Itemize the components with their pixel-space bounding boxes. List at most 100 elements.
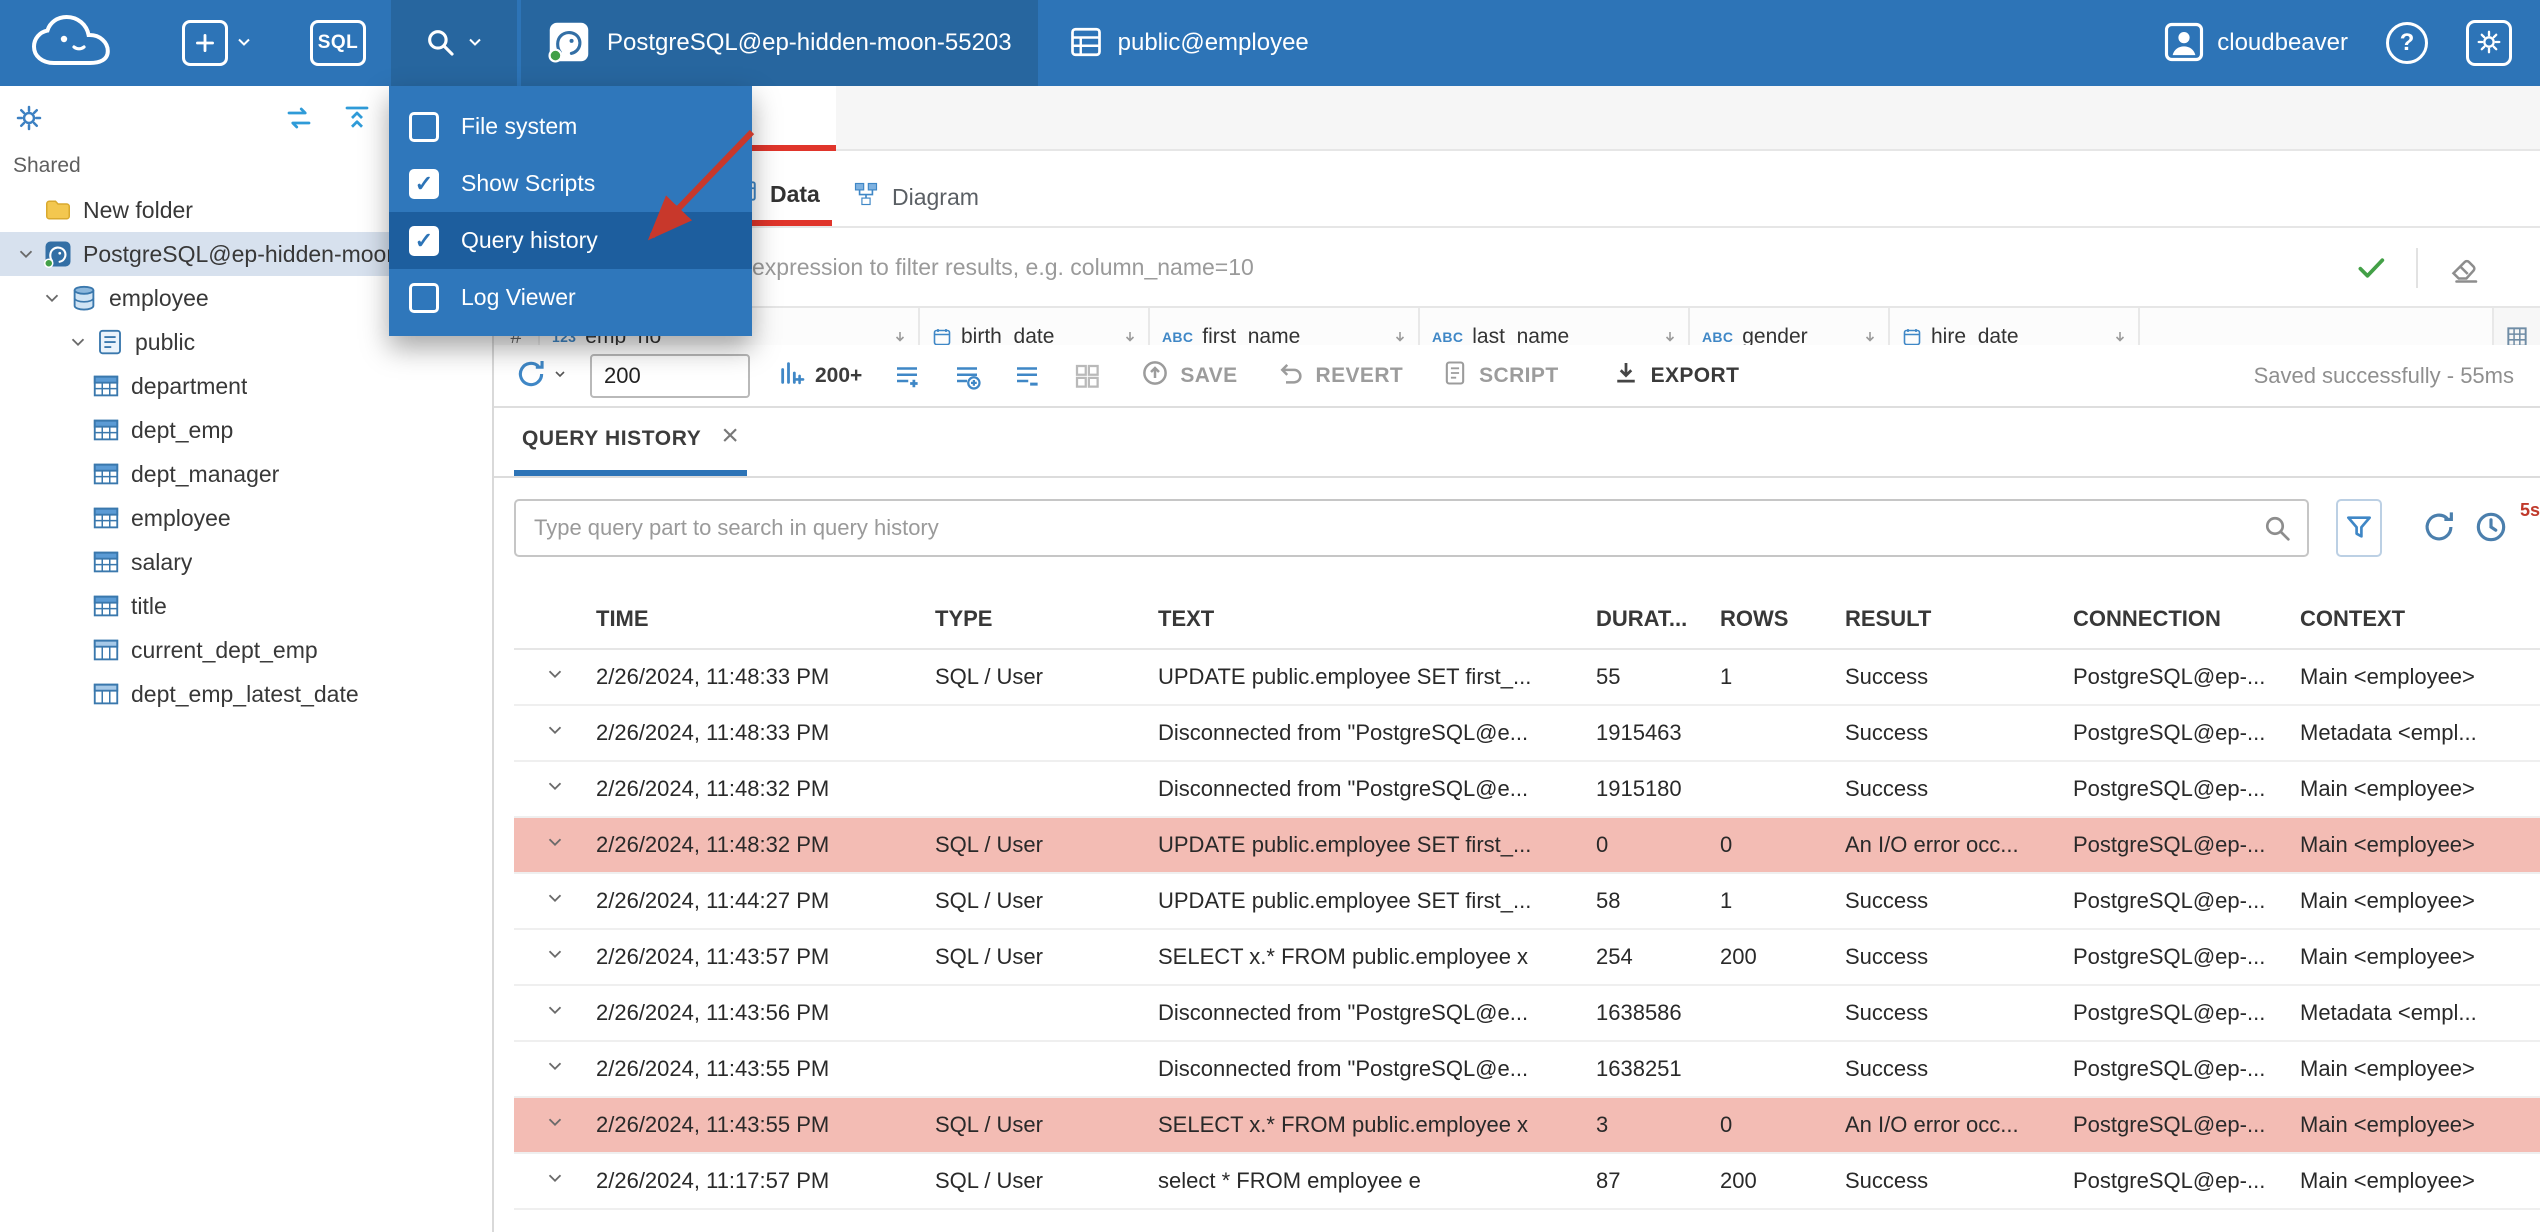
tree-item-dept-emp-latest-date[interactable]: dept_emp_latest_date <box>0 672 492 716</box>
chevron-down-icon[interactable] <box>544 887 566 915</box>
qh-column-time[interactable]: TIME <box>596 606 935 632</box>
fetch-size-input[interactable] <box>590 353 750 398</box>
sort-icon[interactable] <box>882 329 908 345</box>
query-history-row[interactable]: 2/26/2024, 11:48:33 PM SQL / User UPDATE p… <box>514 650 2540 706</box>
query-history-row[interactable]: 2/26/2024, 11:48:32 PM SQL / User UPDATE p… <box>514 818 2540 874</box>
connection-selector[interactable]: PostgreSQL@ep-hidden-moon-55203 <box>521 0 1038 86</box>
sort-icon[interactable] <box>2102 329 2128 345</box>
tree-item-dept-manager[interactable]: dept_manager <box>0 452 492 496</box>
export-button[interactable]: EXPORT <box>1611 358 1740 394</box>
chevron-down-icon[interactable] <box>544 719 566 747</box>
revert-button[interactable]: REVERT <box>1276 358 1404 394</box>
collapse-all-icon[interactable] <box>342 103 372 136</box>
clear-filter-icon[interactable] <box>2446 250 2482 291</box>
query-history-row[interactable]: 2/26/2024, 11:43:56 PM Disconnected from … <box>514 986 2540 1042</box>
tab-diagram[interactable]: Diagram <box>852 168 979 226</box>
close-icon[interactable]: × <box>721 419 739 453</box>
chevron-down-icon[interactable] <box>544 1167 566 1195</box>
chevron-down-icon[interactable] <box>544 999 566 1027</box>
sort-icon[interactable] <box>1112 329 1138 345</box>
sort-icon[interactable] <box>1852 329 1878 345</box>
chevron-down-icon[interactable] <box>544 1055 566 1083</box>
checkbox-icon[interactable]: ✓ <box>409 225 439 256</box>
chevron-down-icon[interactable] <box>544 775 566 803</box>
grouping-button[interactable] <box>1072 361 1102 391</box>
main-content: Data Diagram # 123emp_nobirth_dateABCfir… <box>494 86 2540 1232</box>
query-history-row[interactable]: 2/26/2024, 11:17:57 PM SQL / User select *… <box>514 1154 2540 1210</box>
filter-button[interactable] <box>2336 499 2382 557</box>
qh-column-context[interactable]: CONTEXT <box>2300 606 2540 632</box>
qh-refresh-button[interactable] <box>2420 508 2458 549</box>
tools-panel-button[interactable] <box>391 0 517 86</box>
script-button[interactable]: SCRIPT <box>1441 359 1558 393</box>
menu-item-log-viewer[interactable]: Log Viewer <box>389 269 752 326</box>
qh-column-connection[interactable]: CONNECTION <box>2073 606 2300 632</box>
search-icon[interactable] <box>2261 512 2293 549</box>
column-header-first-name[interactable]: ABC first_name <box>1150 308 1420 345</box>
cell-time: 2/26/2024, 11:48:32 PM <box>596 832 830 857</box>
auto-refresh-button[interactable]: 5s <box>2472 500 2540 549</box>
sidebar-settings-button[interactable] <box>14 103 44 136</box>
sync-connection-icon[interactable] <box>284 103 314 136</box>
tree-item-current-dept-emp[interactable]: current_dept_emp <box>0 628 492 672</box>
chevron-down-icon[interactable] <box>544 663 566 691</box>
schema-icon <box>1068 24 1104 63</box>
query-history-row[interactable]: 2/26/2024, 11:48:33 PM Disconnected from … <box>514 706 2540 762</box>
chevron-down-icon[interactable] <box>544 1111 566 1139</box>
tree-item-dept-emp[interactable]: dept_emp <box>0 408 492 452</box>
menu-item-show-scripts[interactable]: ✓ Show Scripts <box>389 155 752 212</box>
expand-cell <box>514 663 596 691</box>
tree-item-employee[interactable]: employee <box>0 496 492 540</box>
sql-editor-button[interactable]: SQL <box>310 0 366 86</box>
grid-menu-icon[interactable] <box>2492 308 2540 345</box>
user-menu-button[interactable]: cloudbeaver <box>2163 21 2348 66</box>
cloudbeaver-logo[interactable] <box>26 0 138 86</box>
menu-item-query-history[interactable]: ✓ Query history <box>389 212 752 269</box>
query-history-row[interactable]: 2/26/2024, 11:43:55 PM Disconnected from … <box>514 1042 2540 1098</box>
column-header-hire-date[interactable]: hire_date <box>1890 308 2140 345</box>
menu-item-file-system[interactable]: File system <box>389 98 752 155</box>
chevron-down-icon[interactable] <box>544 943 566 971</box>
new-object-button[interactable] <box>182 0 254 86</box>
fetch-page-button[interactable]: 200+ <box>778 359 862 393</box>
query-history-row[interactable]: 2/26/2024, 11:48:32 PM Disconnected from … <box>514 762 2540 818</box>
column-header-last-name[interactable]: ABC last_name <box>1420 308 1690 345</box>
cell-result: Success <box>1845 944 1929 969</box>
tab-query-history[interactable]: QUERY HISTORY × <box>514 408 748 476</box>
schema-selector[interactable]: public@employee <box>1068 0 1309 86</box>
sort-icon[interactable] <box>1652 329 1678 345</box>
query-history-row[interactable]: 2/26/2024, 11:43:57 PM SQL / User SELECT x… <box>514 930 2540 986</box>
column-header-birth-date[interactable]: birth_date <box>920 308 1150 345</box>
qh-search-input[interactable] <box>514 499 2309 557</box>
cell-duration: 87 <box>1596 1168 1621 1193</box>
filter-input[interactable] <box>752 228 2222 306</box>
qh-column-rows[interactable]: ROWS <box>1720 606 1845 632</box>
qh-column-durat[interactable]: DURAT... <box>1596 606 1720 632</box>
qh-column-text[interactable]: TEXT <box>1158 606 1596 632</box>
save-button[interactable]: SAVE <box>1140 358 1237 394</box>
refresh-button[interactable] <box>514 357 568 394</box>
chevron-down-icon[interactable] <box>544 831 566 859</box>
query-history-row[interactable]: 2/26/2024, 11:43:55 PM SQL / User SELECT x… <box>514 1098 2540 1154</box>
checkbox-icon[interactable] <box>409 282 439 313</box>
tree-item-label: department <box>131 372 248 399</box>
qh-column-type[interactable]: TYPE <box>935 606 1158 632</box>
sort-icon[interactable] <box>1382 329 1408 345</box>
tree-item-title[interactable]: title <box>0 584 492 628</box>
settings-button[interactable] <box>2466 20 2512 66</box>
duplicate-row-button[interactable] <box>952 361 982 391</box>
chevron-down-icon[interactable] <box>65 331 91 353</box>
apply-filter-icon[interactable] <box>2354 251 2388 290</box>
delete-row-button[interactable] <box>1012 361 1042 391</box>
query-history-row[interactable]: 2/26/2024, 11:44:27 PM SQL / User UPDATE p… <box>514 874 2540 930</box>
add-row-button[interactable] <box>892 361 922 391</box>
checkbox-icon[interactable] <box>409 111 439 142</box>
tree-item-department[interactable]: department <box>0 364 492 408</box>
tree-item-salary[interactable]: salary <box>0 540 492 584</box>
qh-column-result[interactable]: RESULT <box>1845 606 2073 632</box>
help-button[interactable]: ? <box>2386 22 2428 64</box>
checkbox-icon[interactable]: ✓ <box>409 168 439 199</box>
chevron-down-icon[interactable] <box>13 243 39 265</box>
column-header-gender[interactable]: ABC gender <box>1690 308 1890 345</box>
chevron-down-icon[interactable] <box>39 287 65 309</box>
